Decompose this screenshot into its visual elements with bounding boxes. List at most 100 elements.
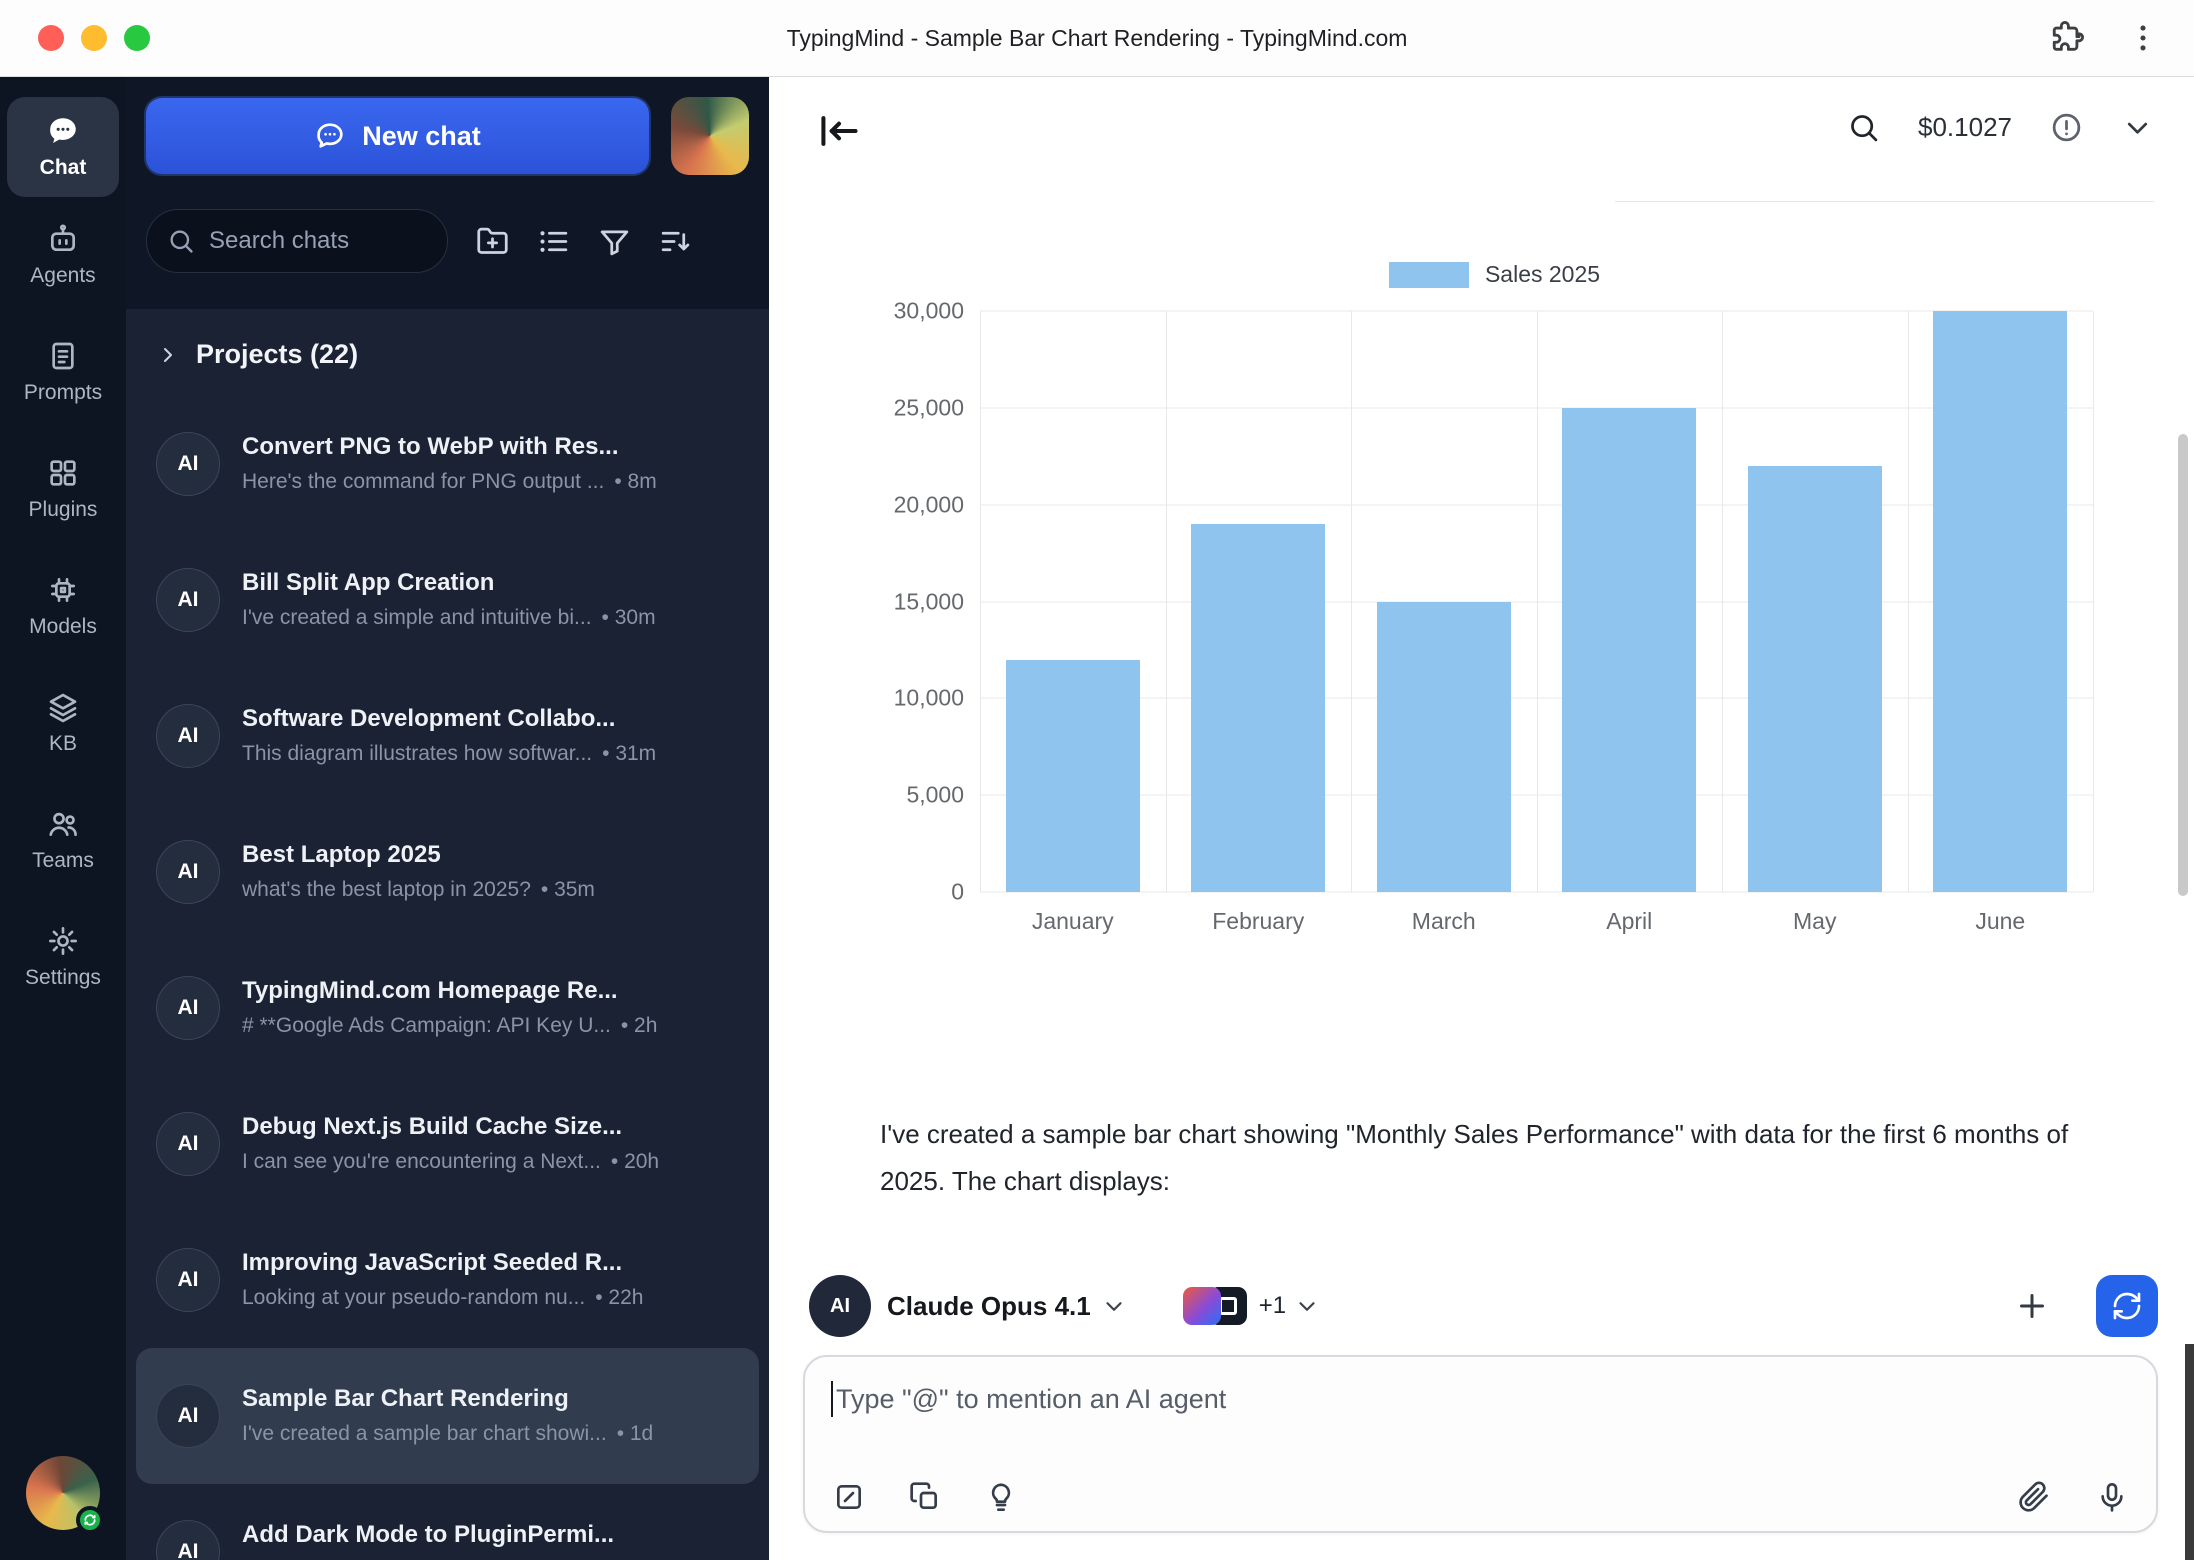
chat-item-time: • 1d	[617, 1422, 654, 1445]
chat-item-subtitle: Here's the command for PNG output ...• 8…	[242, 467, 657, 497]
chat-item-subtitle: what's the best laptop in 2025?• 35m	[242, 875, 595, 905]
chat-list-item[interactable]: AI Bill Split App Creation I've created …	[136, 532, 759, 668]
chat-bubble-icon	[314, 120, 346, 152]
chat-list-item[interactable]: AI Improving JavaScript Seeded R... Look…	[136, 1212, 759, 1348]
projects-toggle[interactable]: Projects (22)	[126, 309, 769, 396]
chat-list-item[interactable]: AI Debug Next.js Build Cache Size... I c…	[136, 1076, 759, 1212]
bulk-select-button[interactable]	[537, 225, 570, 258]
gridline-v	[1722, 311, 1723, 892]
refresh-button[interactable]	[2096, 1275, 2158, 1337]
search-icon	[1847, 111, 1880, 144]
chat-bubble-icon	[46, 114, 80, 148]
chat-list-item[interactable]: AI Software Development Collabo... This …	[136, 668, 759, 804]
chat-item-subtitle: I can see you're encountering a Next...•…	[242, 1147, 659, 1177]
chat-list-item[interactable]: AI Sample Bar Chart Rendering I've creat…	[136, 1348, 759, 1484]
search-chats-input[interactable]	[209, 227, 427, 255]
sidebar: New chat	[126, 77, 769, 1560]
chat-item-preview: I've created a sample bar chart showi...	[242, 1422, 607, 1445]
chat-item-preview: Looking at your pseudo-random nu...	[242, 1286, 585, 1309]
plugins-selector[interactable]: +1	[1183, 1287, 1320, 1325]
sidebar-item-plugins[interactable]: Plugins	[29, 457, 98, 522]
page-scrollbar-thumb[interactable]	[2185, 1344, 2194, 1560]
chat-item-title: TypingMind.com Homepage Re...	[242, 975, 657, 1007]
zoom-button[interactable]	[124, 25, 150, 51]
chart-legend[interactable]: Sales 2025	[896, 261, 2093, 288]
chat-item-time: • 35m	[541, 878, 595, 901]
rail-label: Models	[29, 615, 97, 639]
chart-bar	[1748, 466, 1882, 892]
chat-avatar: AI	[156, 1520, 220, 1560]
chevron-right-icon	[156, 343, 180, 367]
close-button[interactable]	[38, 25, 64, 51]
message-input[interactable]: Type "@" to mention an AI agent	[803, 1355, 2158, 1533]
microphone-button[interactable]	[2096, 1481, 2128, 1513]
chat-list-item[interactable]: AI Convert PNG to WebP with Res... Here'…	[136, 396, 759, 532]
sidebar-item-settings[interactable]: Settings	[25, 925, 101, 990]
app-frame: Chat Agents Prompts Plugins Models KB	[0, 77, 2194, 1560]
paperclip-icon	[2018, 1481, 2050, 1513]
icon-rail: Chat Agents Prompts Plugins Models KB	[0, 77, 126, 1560]
new-folder-button[interactable]	[476, 225, 509, 258]
chat-list-item[interactable]: AI TypingMind.com Homepage Re... # **Goo…	[136, 940, 759, 1076]
gridline-v	[1351, 311, 1352, 892]
account-avatar[interactable]	[26, 1456, 100, 1530]
chat-item-title: Bill Split App Creation	[242, 567, 656, 599]
chat-item-text: Add Dark Mode to PluginPermi...	[242, 1519, 614, 1560]
minimize-button[interactable]	[81, 25, 107, 51]
y-tick-label: 5,000	[906, 782, 964, 809]
model-chevron-icon[interactable]	[1101, 1293, 1127, 1319]
header-dropdown-chevron[interactable]	[2121, 111, 2154, 144]
model-name[interactable]: Claude Opus 4.1	[887, 1291, 1091, 1322]
chat-item-preview: Here's the command for PNG output ...	[242, 470, 604, 493]
filter-icon	[598, 225, 631, 258]
filter-button[interactable]	[598, 225, 631, 258]
sidebar-item-models[interactable]: Models	[29, 574, 97, 639]
microphone-icon	[2096, 1481, 2128, 1513]
chat-avatar: AI	[156, 976, 220, 1040]
new-chat-button[interactable]: New chat	[146, 98, 649, 174]
x-tick-label: February	[1212, 908, 1304, 935]
arrow-left-to-line-icon	[817, 109, 861, 153]
search-icon	[167, 227, 195, 255]
chat-avatar: AI	[156, 568, 220, 632]
profile-avatar[interactable]	[671, 97, 749, 175]
lightbulb-button[interactable]	[985, 1481, 1017, 1513]
chat-item-time: • 2h	[621, 1014, 658, 1037]
sidebar-item-kb[interactable]: KB	[47, 691, 79, 756]
rail-label: Settings	[25, 966, 101, 990]
chat-avatar: AI	[156, 432, 220, 496]
chart-bar	[1377, 602, 1511, 893]
sort-button[interactable]	[659, 225, 692, 258]
sidebar-item-prompts[interactable]: Prompts	[24, 340, 102, 405]
chat-item-text: Best Laptop 2025 what's the best laptop …	[242, 839, 595, 905]
y-tick-label: 25,000	[894, 394, 964, 421]
gridline-v	[1166, 311, 1167, 892]
chart-bar	[1191, 524, 1325, 892]
sidebar-item-chat[interactable]: Chat	[7, 97, 119, 197]
chat-item-time: • 20h	[611, 1150, 659, 1173]
gridline-v	[1908, 311, 1909, 892]
copy-pages-button[interactable]	[909, 1481, 941, 1513]
search-chats-box[interactable]	[146, 209, 448, 273]
search-messages-button[interactable]	[1847, 111, 1880, 144]
sidebar-item-agents[interactable]: Agents	[30, 223, 95, 288]
chat-item-subtitle: I've created a sample bar chart showi...…	[242, 1419, 653, 1449]
chat-item-text: Convert PNG to WebP with Res... Here's t…	[242, 431, 657, 497]
plus-button[interactable]	[2014, 1288, 2050, 1324]
collapse-sidebar-button[interactable]	[817, 109, 873, 165]
cost-warning-icon[interactable]	[2050, 111, 2083, 144]
extensions-icon[interactable]	[2050, 21, 2084, 55]
sidebar-item-teams[interactable]: Teams	[32, 808, 94, 873]
robot-icon	[47, 223, 79, 255]
y-tick-label: 10,000	[894, 685, 964, 712]
browser-menu-icon[interactable]	[2126, 21, 2160, 55]
chat-item-text: Debug Next.js Build Cache Size... I can …	[242, 1111, 659, 1177]
y-tick-label: 0	[951, 879, 964, 906]
chat-scrollbar-thumb[interactable]	[2178, 434, 2188, 896]
edit-square-button[interactable]	[833, 1481, 865, 1513]
assistant-message: I've created a sample bar chart showing …	[880, 1111, 2120, 1205]
chat-list-item[interactable]: AI Add Dark Mode to PluginPermi...	[136, 1484, 759, 1560]
chat-item-text: Sample Bar Chart Rendering I've created …	[242, 1383, 653, 1449]
attach-file-button[interactable]	[2018, 1481, 2050, 1513]
chat-list-item[interactable]: AI Best Laptop 2025 what's the best lapt…	[136, 804, 759, 940]
